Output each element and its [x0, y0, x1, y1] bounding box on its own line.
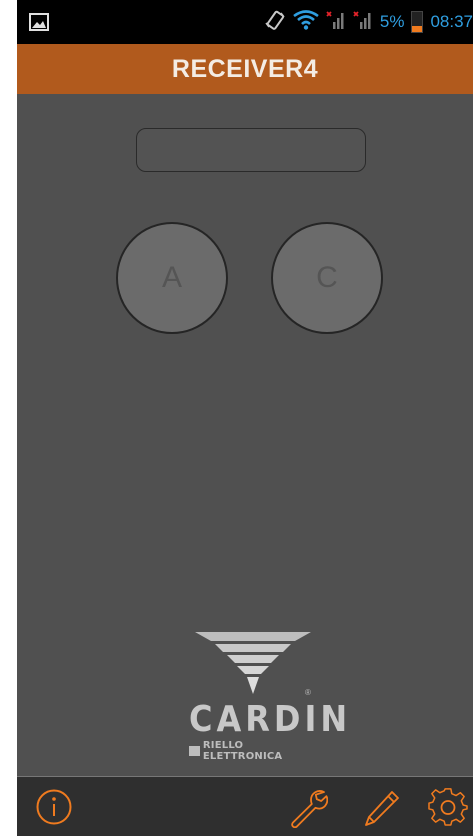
flag-icon [189, 746, 200, 756]
signal-x-icon [353, 10, 373, 35]
signal-x-icon [326, 10, 346, 35]
bottom-toolbar [17, 777, 473, 836]
cardin-logo-mark [187, 632, 317, 703]
status-bar: 5% 08:37 [17, 0, 473, 44]
status-icons: 5% 08:37 [264, 0, 473, 44]
battery-percent: 5% [379, 12, 405, 31]
logo-wordmark: CARDIN [189, 698, 352, 740]
info-icon[interactable] [35, 788, 73, 831]
app-screen: 5% 08:37 RECEIVER4 A C CARDIN ® RIELLO E… [17, 0, 473, 836]
code-display [136, 128, 366, 172]
logo-subtitle: RIELLO ELETTRONICA [189, 740, 315, 762]
wifi-icon [293, 9, 319, 35]
wrench-icon[interactable] [288, 788, 329, 833]
channel-a-button[interactable]: A [116, 222, 228, 334]
channel-c-button[interactable]: C [271, 222, 383, 334]
gear-icon[interactable] [428, 788, 468, 833]
page-title: RECEIVER4 [171, 54, 319, 83]
pencil-icon[interactable] [362, 788, 402, 833]
vibrate-icon [264, 9, 286, 36]
gallery-icon [29, 13, 49, 36]
app-header: RECEIVER4 [17, 44, 473, 94]
registered-mark: ® [305, 688, 311, 697]
battery-icon [411, 11, 424, 33]
clock: 08:37 [430, 12, 473, 31]
